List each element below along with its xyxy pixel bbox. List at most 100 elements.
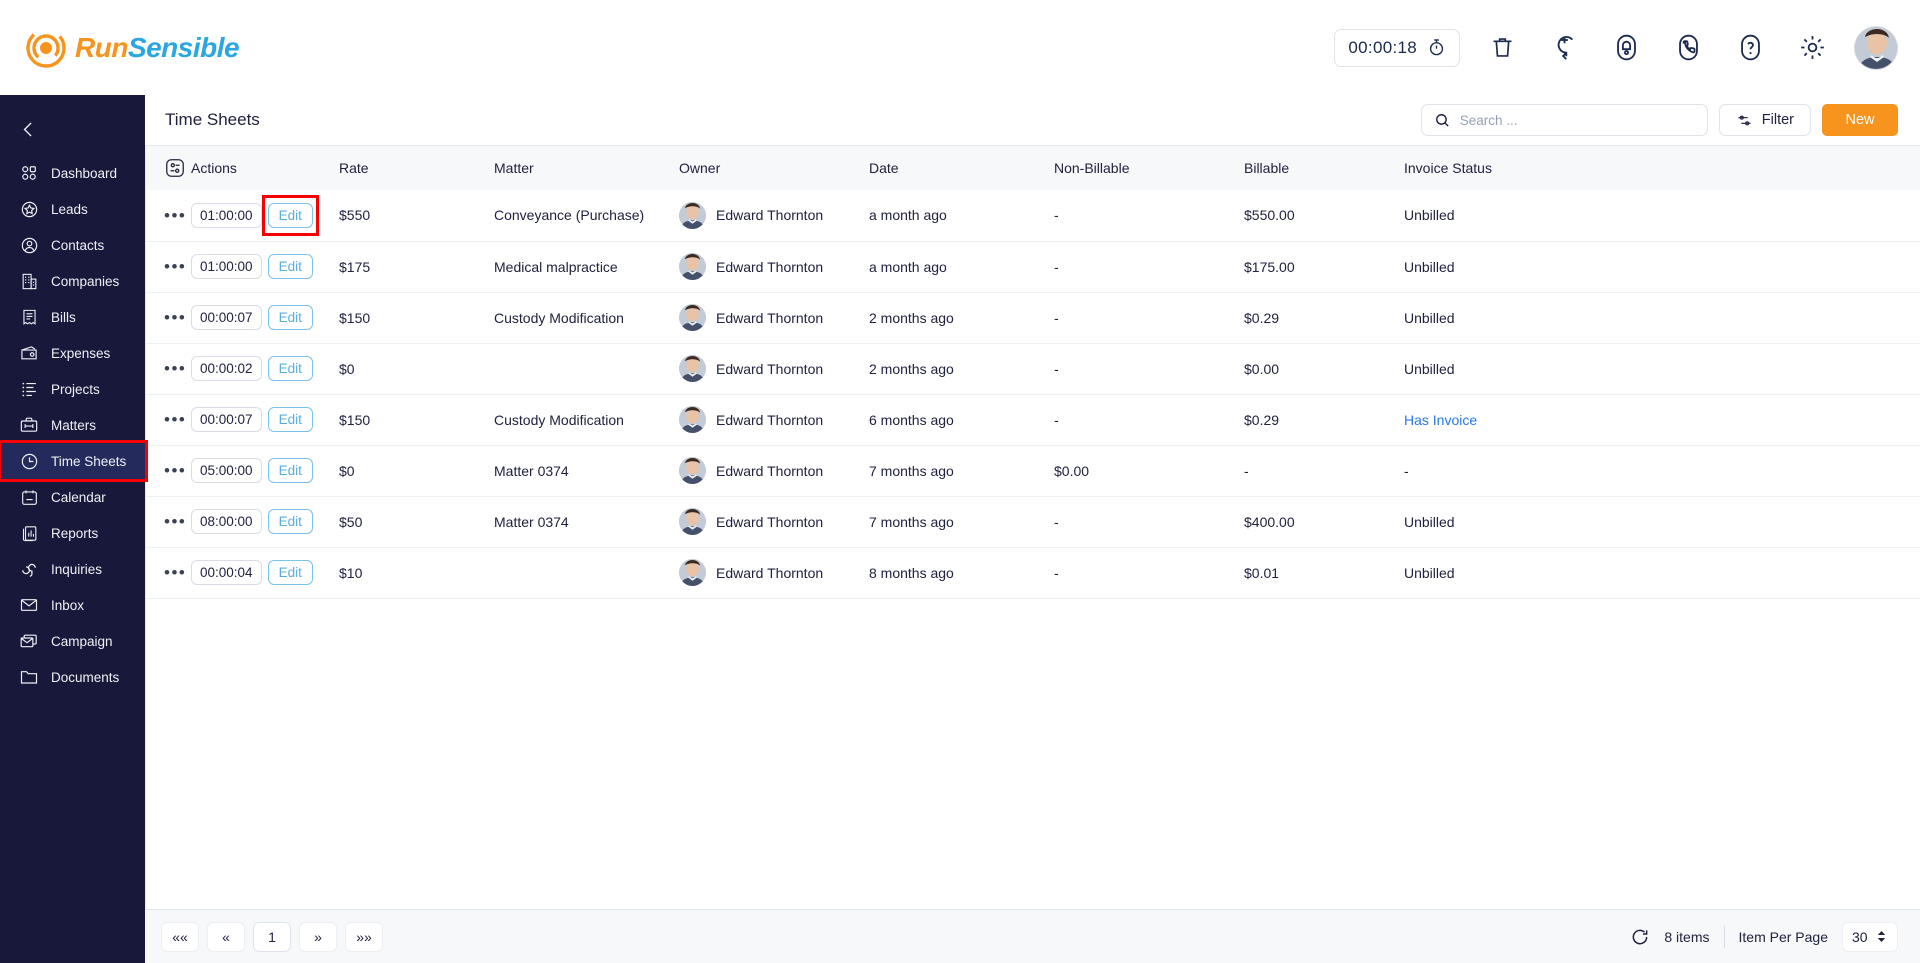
column-header-billable[interactable]: Billable [1244, 146, 1404, 190]
row-more-menu-icon[interactable]: ••• [164, 410, 186, 429]
search-box[interactable] [1420, 104, 1708, 136]
add-circle-icon[interactable] [1544, 28, 1584, 68]
row-edit-button[interactable]: Edit [267, 458, 313, 483]
row-edit-button[interactable]: Edit [261, 194, 320, 236]
phone-icon[interactable] [1668, 28, 1708, 68]
row-edit-button[interactable]: Edit [267, 407, 313, 432]
row-menu-cell[interactable]: ••• [146, 394, 191, 446]
app-logo[interactable]: RunSensible [26, 27, 240, 68]
row-duration-chip[interactable]: 00:00:07 [191, 305, 262, 330]
table-row[interactable]: ••• 05:00:00 Edit $0 Matter 0374 Edward … [146, 445, 1920, 497]
search-input[interactable] [1459, 112, 1695, 128]
sidebar-item-inquiries[interactable]: Inquiries [0, 551, 145, 587]
sidebar-item-projects[interactable]: Projects [0, 371, 145, 407]
row-duration-chip[interactable]: 00:00:02 [191, 356, 262, 381]
row-duration-chip[interactable]: 05:00:00 [191, 458, 262, 483]
sidebar-item-documents[interactable]: Documents [0, 659, 145, 695]
invoice-status-value[interactable]: Has Invoice [1404, 412, 1477, 428]
row-duration-chip[interactable]: 00:00:04 [191, 560, 262, 585]
row-non-billable-cell: - [1054, 394, 1244, 446]
sidebar-item-dashboard[interactable]: Dashboard [0, 155, 145, 191]
sidebar-item-inbox[interactable]: Inbox [0, 587, 145, 623]
global-timer[interactable]: 00:00:18 [1334, 28, 1460, 67]
sidebar-item-expenses[interactable]: Expenses [0, 335, 145, 371]
time-sheets-table-area: Actions Rate Matter Owner Date Non-Billa… [145, 145, 1920, 909]
row-edit-button[interactable]: Edit [267, 356, 313, 381]
sidebar-item-reports[interactable]: Reports [0, 515, 145, 551]
pagination-first[interactable]: «« [161, 921, 199, 952]
row-menu-cell[interactable]: ••• [146, 241, 191, 293]
row-rate-cell: $175 [339, 241, 494, 293]
row-billable-cell: $550.00 [1244, 190, 1404, 242]
sidebar-item-bills[interactable]: Bills [0, 299, 145, 335]
row-menu-cell[interactable]: ••• [146, 190, 191, 242]
new-button[interactable]: New [1822, 104, 1898, 136]
row-edit-button[interactable]: Edit [267, 560, 313, 585]
row-invoice-status-cell[interactable]: Has Invoice [1404, 394, 1920, 446]
wallet-icon [18, 342, 40, 364]
table-row[interactable]: ••• 00:00:02 Edit $0 Edward Thornton 2 m… [146, 343, 1920, 395]
column-settings-header[interactable] [146, 146, 191, 190]
pagination-page-1[interactable]: 1 [253, 921, 291, 952]
column-header-actions[interactable]: Actions [191, 146, 339, 190]
column-header-matter[interactable]: Matter [494, 146, 679, 190]
column-header-invoice-status[interactable]: Invoice Status [1404, 146, 1920, 190]
table-row[interactable]: ••• 08:00:00 Edit $50 Matter 0374 Edward… [146, 496, 1920, 548]
column-header-non-billable[interactable]: Non-Billable [1054, 146, 1244, 190]
bell-icon[interactable] [1606, 28, 1646, 68]
user-avatar[interactable] [1854, 25, 1898, 70]
sidebar-item-time-sheets[interactable]: Time Sheets [0, 440, 148, 482]
row-menu-cell[interactable]: ••• [146, 496, 191, 548]
row-edit-button[interactable]: Edit [267, 254, 313, 279]
row-rate-cell: $10 [339, 547, 494, 599]
row-edit-button[interactable]: Edit [267, 305, 313, 330]
gear-icon[interactable] [1792, 28, 1832, 68]
pagination-last[interactable]: »» [345, 921, 383, 952]
row-menu-cell[interactable]: ••• [146, 445, 191, 497]
sidebar-item-calendar[interactable]: Calendar [0, 479, 145, 515]
row-menu-cell[interactable]: ••• [146, 547, 191, 599]
column-header-date[interactable]: Date [869, 146, 1054, 190]
column-header-owner[interactable]: Owner [679, 146, 869, 190]
pagination-prev[interactable]: « [207, 921, 245, 952]
table-row[interactable]: ••• 00:00:07 Edit $150 Custody Modificat… [146, 292, 1920, 344]
row-more-menu-icon[interactable]: ••• [164, 308, 186, 327]
sidebar-item-label: Inbox [51, 597, 85, 613]
stepper-arrows-icon[interactable] [1876, 930, 1887, 943]
table-row[interactable]: ••• 01:00:00 Edit $550 Conveyance (Purch… [146, 190, 1920, 242]
help-icon[interactable] [1730, 28, 1770, 68]
sidebar-item-campaign[interactable]: Campaign [0, 623, 145, 659]
row-duration-chip[interactable]: 01:00:00 [191, 254, 262, 279]
table-footer: «« « 1 » »» 8 items Item Per Page 30 [145, 909, 1920, 963]
column-header-rate[interactable]: Rate [339, 146, 494, 190]
row-more-menu-icon[interactable]: ••• [164, 512, 186, 531]
row-edit-button[interactable]: Edit [267, 509, 313, 534]
table-row[interactable]: ••• 01:00:00 Edit $175 Medical malpracti… [146, 241, 1920, 293]
sidebar-item-contacts[interactable]: Contacts [0, 227, 145, 263]
filter-button[interactable]: Filter [1718, 104, 1811, 136]
row-more-menu-icon[interactable]: ••• [164, 461, 186, 480]
row-menu-cell[interactable]: ••• [146, 292, 191, 344]
row-more-menu-icon[interactable]: ••• [164, 257, 186, 276]
sidebar-collapse-button[interactable] [0, 103, 145, 155]
row-more-menu-icon[interactable]: ••• [164, 206, 186, 225]
row-owner-cell: Edward Thornton [679, 343, 869, 395]
sidebar-item-companies[interactable]: Companies [0, 263, 145, 299]
row-invoice-status-cell: Unbilled [1404, 547, 1920, 599]
items-per-page-select[interactable]: 30 [1842, 921, 1898, 952]
sidebar-item-leads[interactable]: Leads [0, 191, 145, 227]
row-more-menu-icon[interactable]: ••• [164, 359, 186, 378]
pagination-next[interactable]: » [299, 921, 337, 952]
column-settings-icon[interactable] [164, 157, 191, 179]
row-duration-chip[interactable]: 08:00:00 [191, 509, 262, 534]
table-row[interactable]: ••• 00:00:07 Edit $150 Custody Modificat… [146, 394, 1920, 446]
trash-icon[interactable] [1482, 28, 1522, 68]
row-menu-cell[interactable]: ••• [146, 343, 191, 395]
row-invoice-status-cell: Unbilled [1404, 190, 1920, 242]
sidebar-item-matters[interactable]: Matters [0, 407, 145, 443]
row-duration-chip[interactable]: 00:00:07 [191, 407, 262, 432]
refresh-icon[interactable] [1630, 927, 1650, 947]
row-more-menu-icon[interactable]: ••• [164, 563, 186, 582]
row-duration-chip[interactable]: 01:00:00 [191, 202, 262, 228]
table-row[interactable]: ••• 00:00:04 Edit $10 Edward Thornton 8 … [146, 547, 1920, 599]
